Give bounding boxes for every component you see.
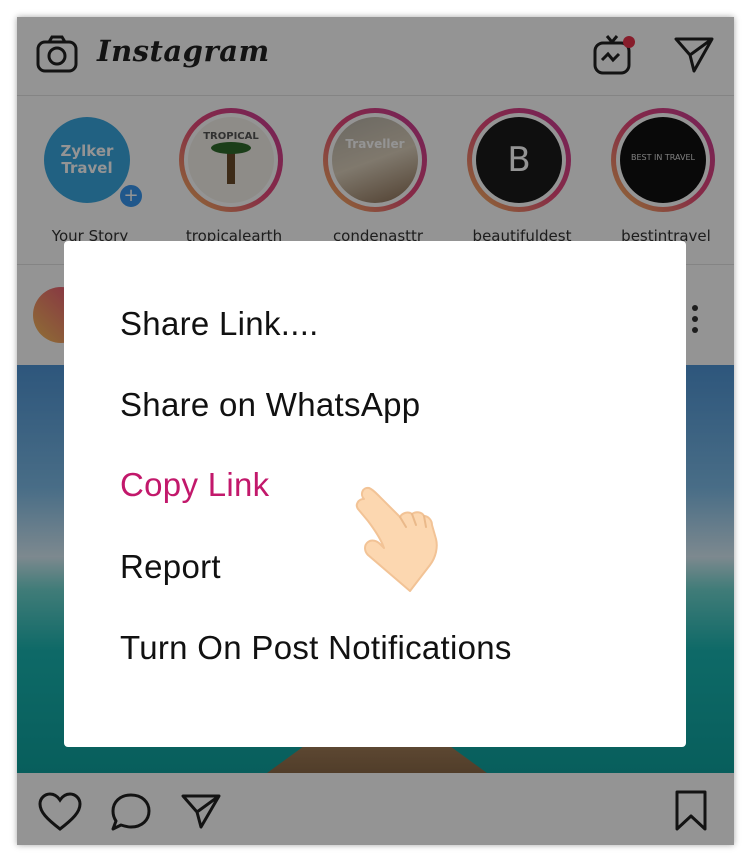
menu-item-copy-link[interactable]: Copy Link [120,466,269,504]
pointing-hand-icon [355,486,438,592]
post-options-menu: Share Link.... Share on WhatsApp Copy Li… [64,241,686,747]
menu-item-report[interactable]: Report [120,548,221,586]
menu-item-turn-on-post-notifications[interactable]: Turn On Post Notifications [120,629,512,667]
menu-item-share-link[interactable]: Share Link.... [120,305,319,343]
menu-item-share-on-whatsapp[interactable]: Share on WhatsApp [120,386,420,424]
instagram-screen: Instagram Zylker Travel + Your Story TRO… [17,17,734,845]
